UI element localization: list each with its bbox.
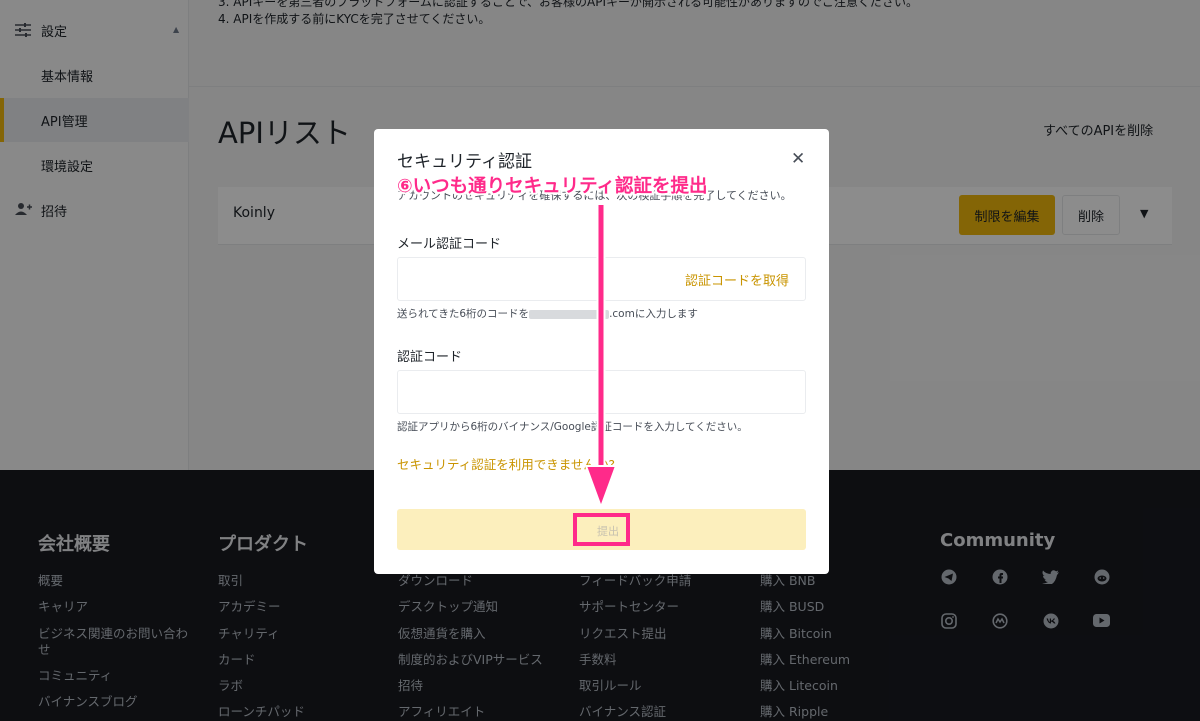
- page-root: 設定 ▲ 基本情報 API管理 環境設定 招待 3. APIキーを第三者のプラッ…: [0, 0, 1200, 721]
- close-icon[interactable]: ✕: [791, 149, 805, 169]
- auth-code-label: 認証コード: [397, 350, 463, 365]
- email-code-hint: 送られてきた6桁のコードを .comに入力します: [397, 306, 698, 321]
- auth-code-hint: 認証アプリから6桁のバイナンス/Google認証コードを入力してください。: [397, 421, 748, 433]
- email-code-label: メール認証コード: [397, 237, 502, 252]
- auth-code-input[interactable]: [397, 370, 806, 414]
- modal-title: セキュリティ認証: [397, 152, 532, 172]
- annotation-caption: ⑥いつも通りセキュリティ認証を提出: [397, 176, 708, 197]
- annotation-highlight-box: [573, 513, 630, 546]
- redacted-email: [529, 309, 610, 319]
- security-unavailable-link[interactable]: セキュリティ認証を利用できませんか?: [397, 454, 615, 473]
- email-hint-prefix: 送られてきた6桁のコードを: [397, 308, 530, 320]
- email-hint-suffix: .comに入力します: [609, 308, 698, 320]
- get-code-button[interactable]: 認証コードを取得: [685, 270, 789, 289]
